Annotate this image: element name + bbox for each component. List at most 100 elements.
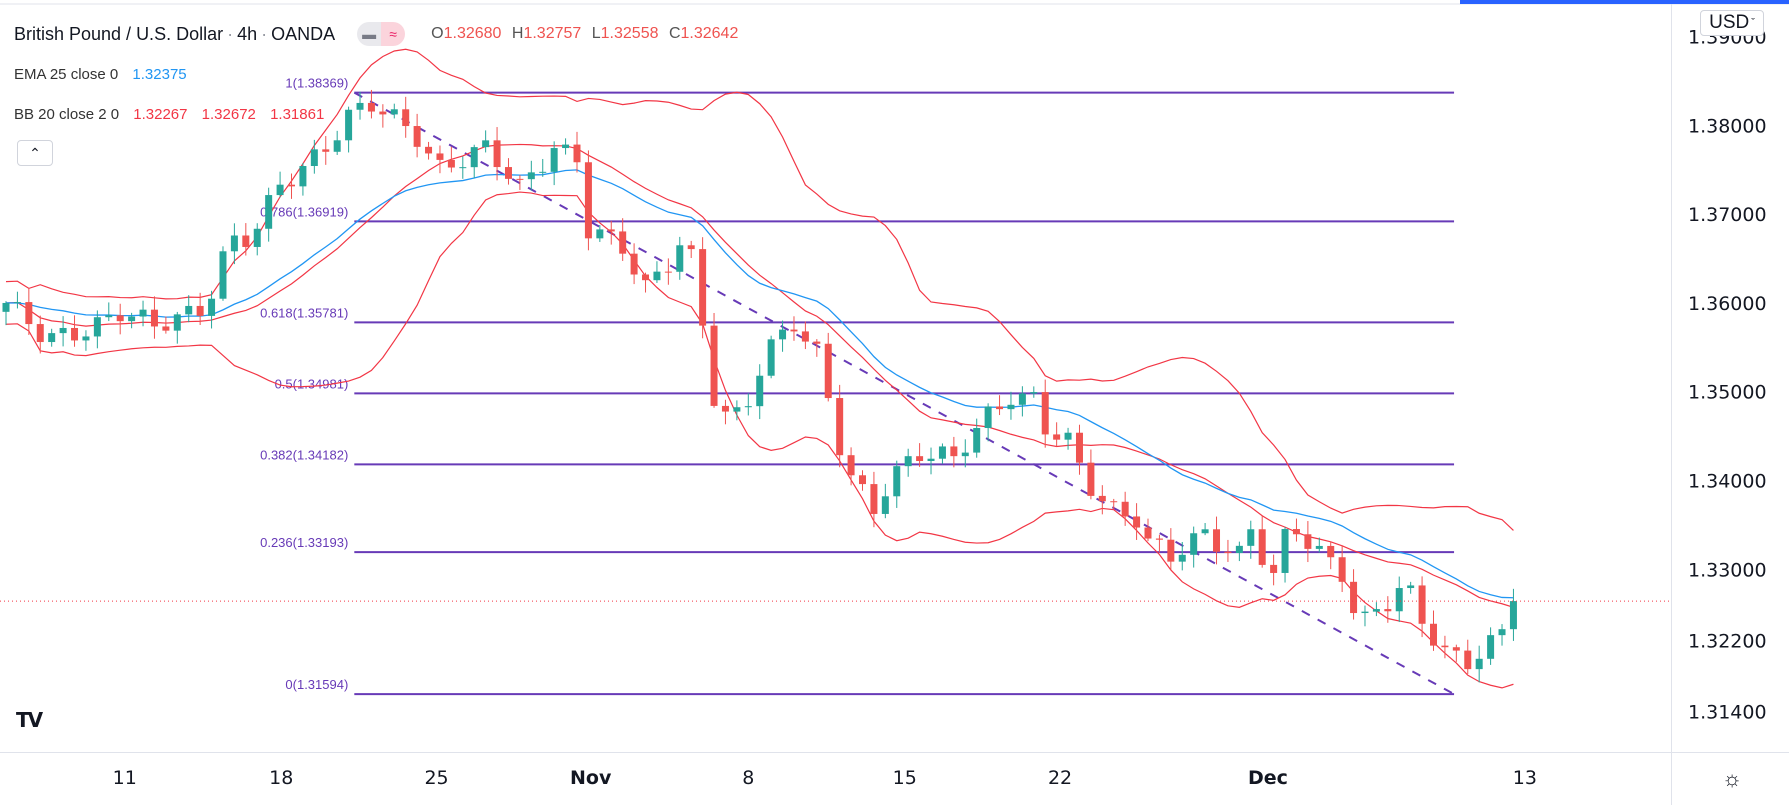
currency-label: USD [1709, 12, 1750, 33]
chevron-down-icon: ˇ [1751, 17, 1755, 29]
candle-up [139, 309, 147, 317]
candle-up [1064, 432, 1072, 440]
currency-button[interactable]: USD ˇ [1700, 10, 1764, 36]
candle-up [1361, 611, 1369, 614]
candle-up [1007, 404, 1015, 410]
time-tick-label: 25 [424, 767, 448, 789]
collapse-legend-button[interactable]: ⌃ [17, 140, 53, 166]
candle-down [150, 309, 158, 327]
tradingview-logo-icon[interactable]: TV [16, 708, 52, 734]
candle-down [916, 456, 924, 462]
candle-up [185, 305, 193, 315]
candle-up [482, 140, 490, 148]
low-value: 1.32558 [600, 25, 659, 42]
legend-toggle[interactable]: ▬ ≈ [357, 22, 406, 46]
candle-up [310, 149, 318, 167]
candle-up [1407, 585, 1415, 589]
symbol-name[interactable]: British Pound / U.S. Dollar [14, 24, 223, 45]
candle-up [893, 466, 901, 497]
candle-down [1075, 432, 1083, 463]
candle-down [1304, 534, 1312, 549]
candle-up [1178, 554, 1186, 562]
candle-up [105, 315, 113, 318]
time-tick-label: 11 [113, 767, 137, 789]
candle-down [25, 302, 33, 325]
candle-down [1041, 392, 1049, 435]
fib-level-label: 0.5(1.34981) [275, 376, 349, 391]
candle-down [801, 331, 809, 342]
bb-legend[interactable]: BB 20 close 2 0 1.32267 1.32672 1.31861 [14, 106, 324, 123]
candle-down [619, 231, 627, 254]
bb-upper-value: 1.32672 [201, 106, 256, 123]
candle-up [1281, 529, 1289, 573]
candle-down [1430, 623, 1437, 646]
time-tick-label: Nov [570, 767, 612, 789]
candle-up [984, 406, 992, 429]
candle-down [1338, 557, 1346, 582]
candle-down [1224, 551, 1232, 554]
ema-label: EMA 25 close 0 [14, 66, 119, 83]
price-tick-label: 1.36000 [1688, 293, 1767, 315]
candle-down [710, 325, 718, 406]
candle-down [1418, 585, 1426, 624]
wave-icon[interactable]: ≈ [381, 22, 406, 46]
candle-down [288, 184, 295, 187]
candle-down [1121, 501, 1129, 517]
candle-down [413, 126, 421, 147]
candle-up [779, 329, 787, 340]
fib-level-label: 0(1.31594) [285, 677, 348, 692]
candle-down [1292, 529, 1300, 535]
candle-down [493, 140, 501, 168]
candle-down [516, 178, 524, 180]
high-label: H [511, 25, 524, 42]
price-tick-label: 1.35000 [1688, 382, 1767, 404]
ema-legend[interactable]: EMA 25 close 0 1.32375 [14, 66, 187, 83]
candle-up [265, 195, 273, 229]
candle-up [973, 428, 981, 453]
candle-down [162, 326, 170, 331]
candle-down [996, 406, 1004, 410]
candle-up [596, 229, 604, 239]
candle-down [687, 245, 695, 250]
candle-down [504, 167, 512, 179]
price-tick-label: 1.38000 [1688, 115, 1767, 137]
candle-up [470, 147, 478, 168]
candle-down [116, 315, 124, 322]
candle-up [539, 171, 547, 173]
settings-gear-icon[interactable]: ☼ [1722, 766, 1742, 792]
candle-up [527, 172, 535, 180]
candle-down [790, 329, 798, 332]
open-label: O [431, 25, 444, 42]
candle-up [48, 333, 56, 343]
chevron-up-icon: ⌃ [29, 144, 41, 161]
candle-down [664, 271, 672, 273]
candle-down [1213, 529, 1221, 552]
time-tick-label: 18 [269, 767, 293, 789]
ohlc-values: O1.32680 H1.32757 L1.32558 C1.32642 [425, 25, 738, 43]
candle-down [425, 146, 433, 154]
candle-up [2, 302, 10, 312]
candle-up [128, 316, 136, 322]
candle-up [459, 167, 467, 169]
high-value: 1.32757 [523, 25, 582, 42]
minus-icon[interactable]: ▬ [357, 22, 382, 46]
price-tick-label: 1.33000 [1688, 559, 1767, 581]
interval[interactable]: 4h [237, 24, 257, 45]
time-tick-label: 8 [742, 767, 754, 789]
candle-down [1087, 462, 1095, 496]
candle-up [653, 271, 661, 281]
candle-up [756, 375, 764, 407]
candle-down [721, 405, 729, 412]
candle-down [813, 341, 821, 344]
candle-up [733, 407, 741, 412]
bb-label: BB 20 close 2 0 [14, 106, 120, 123]
candle-down [1464, 650, 1472, 670]
bb-lower-value: 1.31861 [270, 106, 325, 123]
candle-down [1167, 539, 1175, 562]
candle-up [927, 458, 935, 462]
candle-up [1201, 529, 1209, 534]
candle-down [242, 235, 250, 247]
candle-up [356, 102, 364, 110]
candle-up [219, 251, 227, 299]
low-label: L [591, 25, 601, 42]
